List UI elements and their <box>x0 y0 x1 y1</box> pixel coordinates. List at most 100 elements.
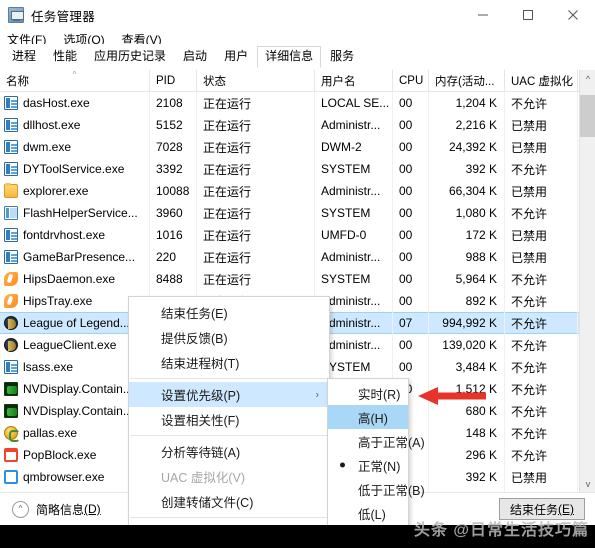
sort-ascending-icon: ^ <box>72 70 77 79</box>
cell-status: 正在运行 <box>197 92 315 114</box>
cell-cpu: 00 <box>393 246 429 268</box>
tab-startup[interactable]: 启动 <box>175 46 215 68</box>
cell-name: dasHost.exe <box>0 92 150 114</box>
fewer-details-button[interactable]: ^ 简略信息 (D) <box>12 500 101 518</box>
menu-separator <box>130 517 328 518</box>
column-header-status[interactable]: 状态 <box>197 70 315 92</box>
minimize-button[interactable] <box>460 0 505 30</box>
table-row[interactable]: DYToolService.exe 3392 正在运行 SYSTEM 00 392 K 不允… <box>0 158 595 180</box>
column-header-username[interactable]: 用户名 <box>315 70 393 92</box>
cell-status: 正在运行 <box>197 246 315 268</box>
exe-icon <box>4 250 18 264</box>
tab-performance[interactable]: 性能 <box>45 46 85 68</box>
priority-menu-item[interactable]: 低(L) <box>328 501 408 525</box>
context-menu-item[interactable]: 创建转储文件(C) <box>129 489 329 514</box>
process-name: dasHost.exe <box>23 96 90 110</box>
priority-menu-item-label: 高于正常(A) <box>358 435 425 450</box>
table-row[interactable]: HipsDaemon.exe 8488 正在运行 SYSTEM 00 5,964 K 不允许 <box>0 268 595 290</box>
tab-details[interactable]: 详细信息 <box>257 46 322 68</box>
maximize-button[interactable] <box>505 0 550 30</box>
lol-icon <box>4 316 18 330</box>
process-name: lsass.exe <box>23 360 74 374</box>
table-row[interactable]: dllhost.exe 5152 正在运行 Administr... 00 2,216 K… <box>0 114 595 136</box>
tab-users[interactable]: 用户 <box>216 46 256 68</box>
tab-processes[interactable]: 进程 <box>4 46 44 68</box>
cell-status: 正在运行 <box>197 224 315 246</box>
priority-menu-item[interactable]: 高于正常(A) <box>328 429 425 453</box>
title-bar: 任务管理器 <box>0 0 595 30</box>
window-controls <box>460 0 595 30</box>
cell-memory: 148 K <box>429 422 505 444</box>
process-name: GameBarPresence... <box>23 250 136 264</box>
scrollbar-thumb[interactable] <box>580 95 595 137</box>
close-button[interactable] <box>550 0 595 30</box>
exe-icon <box>4 96 18 110</box>
context-menu-item[interactable]: 结束任务(E) <box>129 300 329 325</box>
cell-uac: 不允许 <box>505 334 578 356</box>
table-row[interactable]: dwm.exe 7028 正在运行 DWM-2 00 24,392 K 已禁用 <box>0 136 595 158</box>
hips-icon <box>4 272 18 286</box>
cell-username: LOCAL SE... <box>315 92 393 114</box>
pallas-icon <box>4 426 20 442</box>
context-menu-item[interactable]: 提供反馈(B) <box>129 325 329 350</box>
context-menu-item-label: UAC 虚拟化(V) <box>161 471 246 485</box>
cell-cpu: 00 <box>393 202 429 224</box>
cell-username: SYSTEM <box>315 158 393 180</box>
cell-uac: 不允许 <box>505 158 578 180</box>
priority-menu-item-label: 低(L) <box>358 507 386 522</box>
priority-menu-item[interactable]: 低于正常(B) <box>328 477 425 501</box>
cell-memory: 2,216 K <box>429 114 505 136</box>
priority-menu-item[interactable]: 实时(R) <box>328 381 408 405</box>
column-header-cpu[interactable]: CPU <box>393 70 429 92</box>
vertical-scrollbar[interactable]: ^ v <box>579 70 595 492</box>
nv-icon <box>4 404 18 418</box>
priority-menu-item[interactable]: 高(H) <box>328 405 408 429</box>
column-header-uac[interactable]: UAC 虚拟化 <box>505 70 578 92</box>
scroll-down-icon[interactable]: v <box>580 475 595 492</box>
table-row[interactable]: FlashHelperService... 3960 正在运行 SYSTEM 00 1,0… <box>0 202 595 224</box>
context-menu-item[interactable]: 设置相关性(F) <box>129 407 329 432</box>
cell-memory: 24,392 K <box>429 136 505 158</box>
cell-name: FlashHelperService... <box>0 202 150 224</box>
context-menu-item-label: 结束进程树(T) <box>161 357 240 371</box>
cell-uac: 不允许 <box>505 422 578 444</box>
cell-uac: 已禁用 <box>505 224 578 246</box>
cell-memory: 139,020 K <box>429 334 505 356</box>
cell-uac: 不允许 <box>505 378 578 400</box>
tab-app-history[interactable]: 应用历史记录 <box>86 46 174 68</box>
cell-status: 正在运行 <box>197 180 315 202</box>
cell-memory: 988 K <box>429 246 505 268</box>
scroll-up-icon[interactable]: ^ <box>580 70 595 87</box>
column-header-memory[interactable]: 内存(活动... <box>429 70 505 92</box>
cell-memory: 172 K <box>429 224 505 246</box>
process-name: PopBlock.exe <box>23 448 97 462</box>
column-header-pid[interactable]: PID <box>150 70 197 92</box>
cell-pid: 7028 <box>150 136 197 158</box>
tab-services[interactable]: 服务 <box>322 46 362 68</box>
priority-menu-item[interactable]: 正常(N) <box>328 453 408 477</box>
chevron-right-icon: › <box>315 389 319 400</box>
column-header-name[interactable]: 名称 ^ <box>0 70 150 92</box>
cell-username: SYSTEM <box>315 202 393 224</box>
cell-status: 正在运行 <box>197 158 315 180</box>
cell-username: Administr... <box>315 246 393 268</box>
priority-menu-item-label: 实时(R) <box>358 387 401 402</box>
table-row[interactable]: explorer.exe 10088 正在运行 Administr... 00 66,30… <box>0 180 595 202</box>
cell-memory: 392 K <box>429 466 505 488</box>
cell-cpu: 00 <box>393 290 429 312</box>
table-row[interactable]: GameBarPresence... 220 正在运行 Administr... 00 9… <box>0 246 595 268</box>
context-menu-item[interactable]: 结束进程树(T) <box>129 350 329 375</box>
table-row[interactable]: fontdrvhost.exe 1016 正在运行 UMFD-0 00 172 K 已禁用 <box>0 224 595 246</box>
popblock-icon <box>4 448 18 462</box>
priority-submenu: 实时(R) 高(H) 高于正常(A) 正常(N) 低于正常(B) 低(L) <box>327 378 425 528</box>
table-row[interactable]: dasHost.exe 2108 正在运行 LOCAL SE... 00 1,204 K不… <box>0 92 595 114</box>
cell-uac: 不允许 <box>505 92 578 114</box>
cell-uac: 不允许 <box>505 202 578 224</box>
context-menu-item[interactable]: 分析等待链(A) <box>129 439 329 464</box>
process-name: HipsDaemon.exe <box>23 272 116 286</box>
cell-status: 正在运行 <box>197 268 315 290</box>
context-menu-item[interactable]: 设置优先级(P) › <box>129 382 329 407</box>
cell-name: fontdrvhost.exe <box>0 224 150 246</box>
cell-memory: 66,304 K <box>429 180 505 202</box>
context-menu-item: UAC 虚拟化(V) <box>129 464 329 489</box>
